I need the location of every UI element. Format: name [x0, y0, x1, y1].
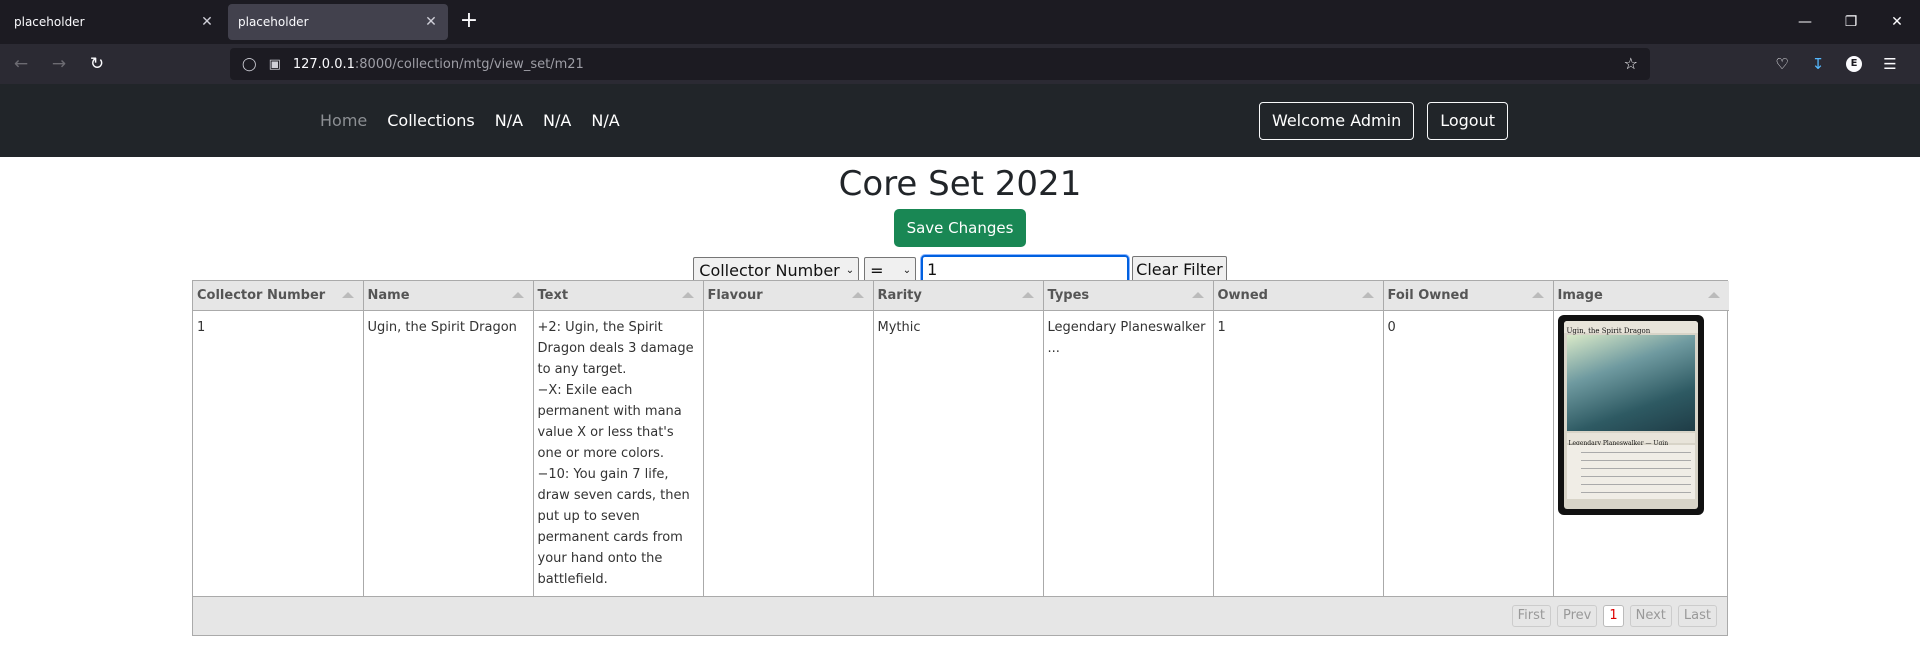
forward-icon[interactable]: →	[42, 48, 76, 80]
url-host: 127.0.0.1	[292, 56, 355, 72]
tab-label: placeholder	[14, 15, 85, 29]
pager-prev-button[interactable]: Prev	[1556, 604, 1598, 627]
col-header-rarity[interactable]: Rarity	[873, 281, 1044, 311]
card-text-box	[1566, 444, 1695, 499]
cell-name: Ugin, the Spirit Dragon	[363, 310, 534, 596]
save-changes-button[interactable]: Save Changes	[893, 209, 1027, 247]
col-header-image[interactable]: Image	[1553, 281, 1729, 311]
restore-icon[interactable]: ❐	[1828, 0, 1874, 44]
cell-collector-number: 1	[193, 310, 364, 596]
card-image-title: Ugin, the Spirit Dragon	[1563, 320, 1698, 335]
cell-text: +2: Ugin, the Spirit Dragon deals 3 dama…	[533, 310, 704, 596]
pocket-icon[interactable]: ♡	[1764, 55, 1800, 73]
sort-icon[interactable]	[1531, 292, 1544, 298]
new-tab-icon[interactable]: +	[454, 7, 484, 37]
sort-icon[interactable]	[851, 292, 864, 298]
sort-icon[interactable]	[1191, 292, 1204, 298]
account-avatar-icon[interactable]: E	[1846, 56, 1862, 72]
reload-icon[interactable]: ↻	[80, 48, 114, 80]
site-nav-links: Home Collections N/A N/A N/A	[320, 84, 640, 157]
close-icon[interactable]: ✕	[422, 14, 440, 30]
window-controls: — ❐ ✕	[1782, 0, 1920, 44]
sort-icon[interactable]	[1021, 292, 1034, 298]
col-header-types[interactable]: Types	[1043, 281, 1214, 311]
nav-link-na-1[interactable]: N/A	[495, 111, 523, 130]
col-header-foil-owned[interactable]: Foil Owned	[1383, 281, 1554, 311]
card-art	[1566, 334, 1695, 431]
cell-foil-owned[interactable]: 0	[1383, 310, 1554, 596]
bookmark-star-icon[interactable]: ☆	[1624, 54, 1638, 73]
toolbar-icons: ♡ ↧ E ☰	[1764, 44, 1908, 84]
col-header-text[interactable]: Text	[533, 281, 704, 311]
sort-icon[interactable]	[1708, 292, 1720, 298]
sort-icon[interactable]	[1361, 292, 1374, 298]
cell-owned[interactable]: 1	[1213, 310, 1384, 596]
col-header-owned[interactable]: Owned	[1213, 281, 1384, 311]
card-image-type: Legendary Planeswalker — Ugin	[1566, 432, 1695, 447]
col-header-collector-number[interactable]: Collector Number	[193, 281, 364, 311]
pagination: First Prev 1 Next Last	[193, 595, 1727, 635]
pager-page-button[interactable]: 1	[1603, 604, 1624, 627]
back-icon[interactable]: ←	[4, 48, 38, 80]
pager-last-button[interactable]: Last	[1677, 604, 1717, 627]
filter-operator-value: =	[870, 260, 884, 280]
chevron-down-icon: ⌄	[902, 264, 912, 276]
browser-tabbar: placeholder ✕ placeholder ✕ + — ❐ ✕	[0, 0, 1920, 44]
cell-types: Legendary Planeswalker ...	[1043, 310, 1214, 596]
sort-icon[interactable]	[511, 292, 524, 298]
account-actions: Welcome Admin Logout	[1246, 102, 1508, 140]
card-image: Ugin, the Spirit Dragon Legendary Planes…	[1557, 314, 1704, 515]
nav-link-na-2[interactable]: N/A	[543, 111, 571, 130]
cell-image: Ugin, the Spirit Dragon Legendary Planes…	[1553, 310, 1729, 596]
logout-button[interactable]: Logout	[1427, 102, 1508, 140]
close-icon[interactable]: ✕	[198, 14, 216, 30]
pager-first-button[interactable]: First	[1511, 604, 1551, 627]
close-window-icon[interactable]: ✕	[1874, 0, 1920, 44]
nav-link-collections[interactable]: Collections	[387, 111, 474, 130]
table-row[interactable]: 1 Ugin, the Spirit Dragon +2: Ugin, the …	[193, 310, 1729, 596]
download-icon[interactable]: ↧	[1800, 55, 1836, 73]
minimize-icon[interactable]: —	[1782, 0, 1828, 44]
menu-icon[interactable]: ☰	[1872, 55, 1908, 73]
sort-icon[interactable]	[341, 292, 354, 298]
page-icon: ▣	[268, 56, 281, 72]
nav-link-home[interactable]: Home	[320, 111, 367, 130]
table-header-row: Collector Number Name Text Flavour Rarit…	[193, 281, 1729, 311]
welcome-button[interactable]: Welcome Admin	[1258, 102, 1415, 140]
col-header-name[interactable]: Name	[363, 281, 534, 311]
filter-field-value: Collector Number	[699, 260, 840, 280]
chevron-down-icon: ⌄	[845, 264, 855, 276]
pager-next-button[interactable]: Next	[1629, 604, 1672, 627]
nav-link-na-3[interactable]: N/A	[591, 111, 619, 130]
sort-icon[interactable]	[681, 292, 694, 298]
browser-toolbar: ← → ↻ ◯ ▣ 127.0.0.1:8000/collection/mtg/…	[0, 44, 1920, 84]
browser-tab-1[interactable]: placeholder ✕	[4, 4, 224, 40]
collection-table: Collector Number Name Text Flavour Rarit…	[192, 280, 1729, 636]
col-header-flavour[interactable]: Flavour	[703, 281, 874, 311]
tab-label: placeholder	[238, 15, 309, 29]
page-title: Core Set 2021	[838, 164, 1082, 204]
cell-flavour	[703, 310, 874, 596]
browser-tab-2[interactable]: placeholder ✕	[228, 4, 448, 40]
url-bar[interactable]: ◯ ▣ 127.0.0.1:8000/collection/mtg/view_s…	[230, 48, 1650, 80]
shield-icon[interactable]: ◯	[242, 57, 257, 72]
url-path: :8000/collection/mtg/view_set/m21	[354, 56, 584, 72]
cell-rarity: Mythic	[873, 310, 1044, 596]
site-navbar: Home Collections N/A N/A N/A Welcome Adm…	[0, 84, 1920, 157]
